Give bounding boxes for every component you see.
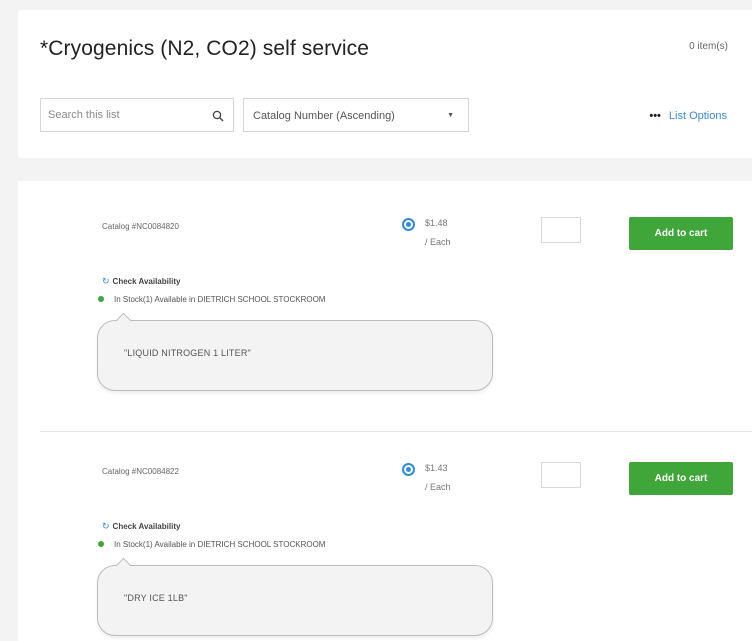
- stock-status: In Stock(1) Available in DIETRICH SCHOOL…: [98, 540, 325, 549]
- list-options-link[interactable]: ••• List Options: [649, 110, 727, 122]
- item-note: "DRY ICE 1LB": [97, 565, 493, 636]
- sort-selected-value: Catalog Number (Ascending): [253, 110, 395, 122]
- item-note: "LIQUID NITROGEN 1 LITER": [97, 320, 493, 391]
- stock-text: In Stock(1) Available in DIETRICH SCHOOL…: [114, 540, 326, 549]
- price: $1.48: [425, 218, 448, 228]
- stock-text: In Stock(1) Available in DIETRICH SCHOOL…: [114, 295, 326, 304]
- quantity-input[interactable]: [541, 217, 581, 243]
- product-list: Catalog #NC0084820 $1.48 / Each Add to c…: [18, 181, 752, 641]
- quantity-input[interactable]: [541, 462, 581, 488]
- page-title: *Cryogenics (N2, CO2) self service: [40, 37, 369, 60]
- list-item: Catalog #NC0084822 $1.43 / Each Add to c…: [18, 426, 752, 641]
- price-radio[interactable]: [402, 463, 415, 476]
- check-availability-label: Check Availability: [112, 522, 181, 531]
- price: $1.43: [425, 463, 448, 473]
- list-options-label: List Options: [668, 110, 727, 122]
- price-unit: / Each: [425, 237, 451, 247]
- list-item: Catalog #NC0084820 $1.48 / Each Add to c…: [18, 181, 752, 411]
- search-input[interactable]: [41, 99, 206, 131]
- in-stock-dot-icon: [98, 295, 104, 302]
- item-note-text: "LIQUID NITROGEN 1 LITER": [124, 348, 251, 358]
- chevron-down-icon: ▼: [447, 112, 454, 119]
- price-radio[interactable]: [402, 218, 415, 231]
- in-stock-dot-icon: [98, 540, 104, 547]
- list-header: *Cryogenics (N2, CO2) self service 0 ite…: [18, 10, 752, 158]
- stock-status: In Stock(1) Available in DIETRICH SCHOOL…: [98, 295, 325, 304]
- check-availability-link[interactable]: ↻ Check Availability: [102, 276, 180, 287]
- check-availability-link[interactable]: ↻ Check Availability: [102, 521, 180, 532]
- item-note-text: "DRY ICE 1LB": [124, 593, 188, 603]
- item-count: 0 item(s): [689, 41, 728, 52]
- add-to-cart-button[interactable]: Add to cart: [629, 217, 733, 250]
- check-availability-label: Check Availability: [112, 277, 181, 286]
- search-box: [40, 98, 234, 132]
- refresh-icon: ↻: [102, 521, 110, 531]
- catalog-number: Catalog #NC0084822: [102, 467, 179, 476]
- refresh-icon: ↻: [102, 276, 110, 286]
- search-icon[interactable]: [212, 110, 224, 122]
- price-unit: / Each: [425, 482, 451, 492]
- more-dots-icon: •••: [649, 110, 661, 122]
- add-to-cart-button[interactable]: Add to cart: [629, 462, 733, 495]
- catalog-number: Catalog #NC0084820: [102, 222, 179, 231]
- sort-select[interactable]: Catalog Number (Ascending) ▼: [243, 98, 469, 132]
